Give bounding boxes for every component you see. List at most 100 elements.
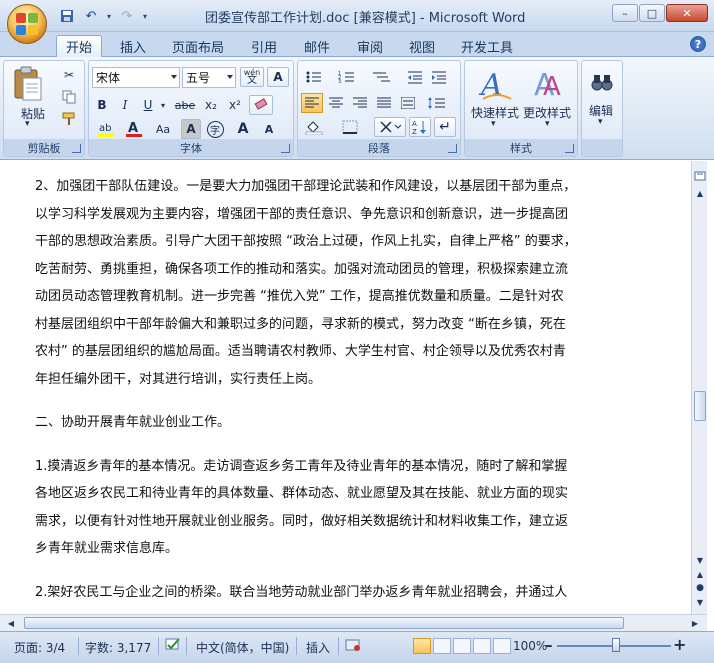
scroll-left-button[interactable]: ◀ xyxy=(4,616,18,630)
shading-button[interactable] xyxy=(301,117,331,137)
sort-button[interactable]: AZ xyxy=(409,117,431,137)
draft-view-button[interactable] xyxy=(493,638,511,654)
numbering-button[interactable]: 123 xyxy=(334,67,364,87)
line-spacing-button[interactable] xyxy=(423,93,453,113)
change-case-button[interactable]: Aa xyxy=(149,119,177,139)
web-layout-view-button[interactable] xyxy=(453,638,471,654)
character-border-button[interactable]: A xyxy=(267,67,289,87)
tab-review[interactable]: 审阅 xyxy=(350,35,390,57)
editing-dropdown[interactable]: ▾ xyxy=(598,117,603,127)
subscript-button[interactable]: x₂ xyxy=(200,95,222,115)
multilevel-list-button[interactable] xyxy=(368,67,398,87)
vertical-scrollbar[interactable]: ▲ ▼ ▲ ● ▼ xyxy=(691,161,707,614)
align-left-icon xyxy=(305,97,319,108)
strikethrough-button[interactable]: abe xyxy=(172,95,198,115)
help-icon[interactable]: ? xyxy=(690,36,706,52)
shrink-font-button[interactable]: A xyxy=(257,119,281,139)
customize-qat-button[interactable]: ▾ xyxy=(140,6,150,26)
horizontal-scrollbar[interactable]: ◀ ▶ xyxy=(0,614,707,631)
quick-styles-dropdown[interactable]: ▾ xyxy=(491,119,496,129)
enclose-characters-button[interactable]: 字 xyxy=(204,119,226,139)
close-button[interactable]: ✕ xyxy=(666,4,708,22)
underline-dropdown[interactable]: ▾ xyxy=(158,95,168,115)
decrease-indent-button[interactable] xyxy=(404,67,426,87)
scroll-up-button[interactable]: ▲ xyxy=(693,186,707,200)
borders-button[interactable] xyxy=(336,117,366,137)
word-count[interactable]: 字数: 3,177 xyxy=(85,639,151,656)
clipboard-launcher[interactable] xyxy=(72,144,81,153)
next-page-button[interactable]: ▼ xyxy=(693,595,707,609)
chinese-layout-button[interactable] xyxy=(374,117,406,137)
align-center-button[interactable] xyxy=(325,93,347,113)
tab-references[interactable]: 引用 xyxy=(244,35,284,57)
outline-view-button[interactable] xyxy=(473,638,491,654)
zoom-out-button[interactable]: – xyxy=(545,636,553,654)
zoom-in-button[interactable]: + xyxy=(673,635,686,654)
superscript-button[interactable]: x² xyxy=(224,95,246,115)
clear-formatting-button[interactable] xyxy=(249,95,273,115)
tab-developer[interactable]: 开发工具 xyxy=(457,35,517,57)
bullets-button[interactable] xyxy=(301,67,331,87)
font-size-combo[interactable]: 五号 xyxy=(182,67,236,88)
office-button[interactable] xyxy=(7,4,47,44)
show-hide-marks-button[interactable]: ↵ xyxy=(434,117,456,137)
bold-button[interactable]: B xyxy=(92,95,112,115)
paste-button[interactable] xyxy=(7,64,47,104)
scroll-right-button[interactable]: ▶ xyxy=(688,616,702,630)
character-shading-button[interactable]: A xyxy=(181,119,201,139)
maximize-button[interactable]: □ xyxy=(639,4,665,22)
document-area[interactable]: 2、加强团干部队伍建设。一是要大力加强团干部理论武装和作风建设，以基层团干部为重… xyxy=(0,161,691,614)
save-button[interactable] xyxy=(56,6,78,26)
align-left-button[interactable] xyxy=(301,93,323,113)
zoom-level[interactable]: 100% xyxy=(513,639,547,653)
font-launcher[interactable] xyxy=(281,144,290,153)
tab-mailings[interactable]: 邮件 xyxy=(297,35,337,57)
change-styles-dropdown[interactable]: ▾ xyxy=(545,119,550,129)
paste-dropdown-arrow[interactable]: ▾ xyxy=(25,119,30,129)
tab-home[interactable]: 开始 xyxy=(56,35,102,57)
format-painter-button[interactable] xyxy=(58,109,80,129)
editing-button[interactable] xyxy=(588,65,616,99)
phonetic-guide-button[interactable]: wén 文 xyxy=(240,67,264,87)
distributed-button[interactable] xyxy=(397,93,419,113)
svg-text:A: A xyxy=(543,72,561,102)
increase-indent-button[interactable] xyxy=(428,67,450,87)
language-indicator[interactable]: 中文(简体，中国) xyxy=(196,639,289,656)
redo-button[interactable]: ↷ xyxy=(116,6,138,26)
zoom-slider-thumb[interactable] xyxy=(612,638,620,652)
tab-page-layout[interactable]: 页面布局 xyxy=(168,35,228,57)
copy-button[interactable] xyxy=(58,87,80,107)
cut-button[interactable]: ✂ xyxy=(58,65,80,85)
italic-button[interactable]: I xyxy=(115,95,135,115)
insert-mode-indicator[interactable]: 插入 xyxy=(306,639,330,656)
tab-insert[interactable]: 插入 xyxy=(112,35,154,57)
justify-button[interactable] xyxy=(373,93,395,113)
proofing-status-icon[interactable] xyxy=(164,637,182,656)
status-separator xyxy=(78,637,79,655)
vertical-scroll-thumb[interactable] xyxy=(694,391,706,421)
change-styles-button[interactable]: AA xyxy=(525,63,575,105)
underline-button[interactable]: U xyxy=(138,95,158,115)
font-name-combo[interactable]: 宋体 xyxy=(92,67,180,88)
previous-page-button[interactable]: ▲ xyxy=(693,567,707,581)
full-screen-reading-view-button[interactable] xyxy=(433,638,451,654)
page-indicator[interactable]: 页面: 3/4 xyxy=(14,639,65,656)
ruler-toggle-icon[interactable] xyxy=(693,169,707,183)
print-layout-view-button[interactable] xyxy=(413,638,431,654)
macro-recording-icon[interactable] xyxy=(345,637,363,656)
undo-dropdown[interactable]: ▾ xyxy=(104,6,114,26)
align-right-button[interactable] xyxy=(349,93,371,113)
scroll-down-button[interactable]: ▼ xyxy=(693,553,707,567)
quick-styles-button[interactable]: A xyxy=(471,63,521,105)
paragraph-launcher[interactable] xyxy=(448,144,457,153)
horizontal-scroll-thumb[interactable] xyxy=(24,617,624,629)
document-text[interactable]: 2、加强团干部队伍建设。一是要大力加强团干部理论武装和作风建设，以基层团干部为重… xyxy=(35,173,625,606)
styles-launcher[interactable] xyxy=(565,144,574,153)
highlight-button[interactable]: ab xyxy=(92,119,120,139)
font-color-button[interactable]: A xyxy=(122,119,146,139)
undo-button[interactable]: ↶ xyxy=(80,6,102,26)
minimize-button[interactable]: – xyxy=(612,4,638,22)
select-browse-object-button[interactable]: ● xyxy=(693,581,707,595)
tab-view[interactable]: 视图 xyxy=(402,35,442,57)
grow-font-button[interactable]: A xyxy=(231,119,255,139)
